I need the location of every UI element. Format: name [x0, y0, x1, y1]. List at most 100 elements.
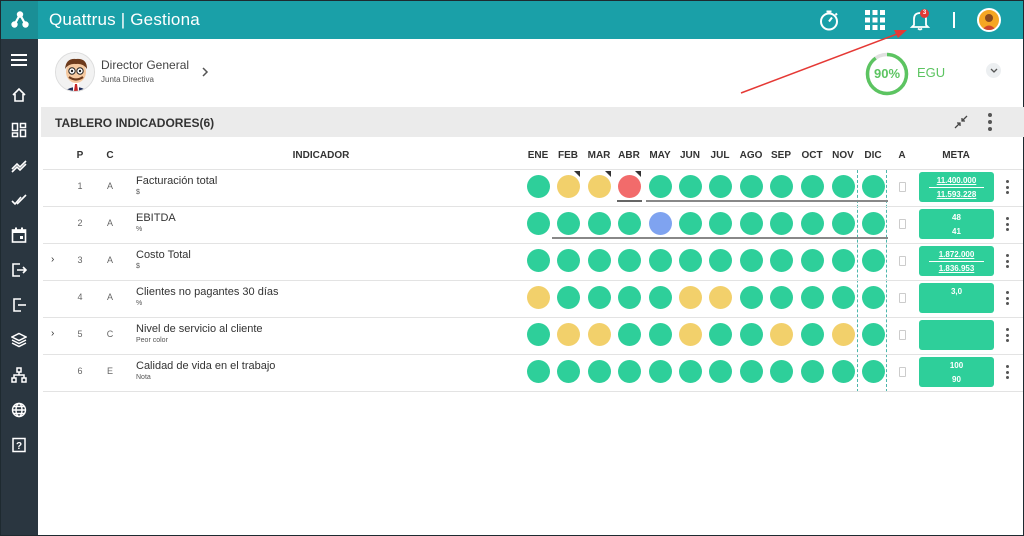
status-dot[interactable] — [649, 249, 672, 272]
status-dot[interactable] — [618, 323, 641, 346]
status-dot[interactable] — [588, 175, 611, 198]
status-dot[interactable] — [770, 286, 793, 309]
status-dot[interactable] — [801, 175, 824, 198]
status-dot[interactable] — [740, 175, 763, 198]
status-dot[interactable] — [740, 360, 763, 383]
indicator-name[interactable]: EBITDA — [136, 212, 176, 224]
status-dot[interactable] — [527, 175, 550, 198]
home-icon[interactable] — [10, 86, 28, 104]
status-dot[interactable] — [709, 249, 732, 272]
indicator-name[interactable]: Calidad de vida en el trabajo — [136, 360, 275, 372]
status-dot[interactable] — [618, 249, 641, 272]
status-dot[interactable] — [801, 323, 824, 346]
chevron-right-icon[interactable] — [201, 65, 209, 83]
status-dot[interactable] — [801, 212, 824, 235]
meta-box[interactable] — [919, 320, 994, 350]
logout-icon[interactable] — [10, 261, 28, 279]
org-chart-icon[interactable] — [10, 366, 28, 384]
apps-grid-icon[interactable] — [863, 8, 887, 32]
row-menu-icon[interactable] — [1006, 291, 1010, 305]
meta-box[interactable]: 11.400.000 11.593.228 — [919, 172, 994, 202]
indicator-name[interactable]: Nivel de servicio al cliente — [136, 323, 263, 335]
collapse-icon[interactable] — [953, 114, 969, 130]
status-dot[interactable] — [709, 323, 732, 346]
status-dot[interactable] — [862, 286, 885, 309]
globe-icon[interactable] — [10, 401, 28, 419]
profile-name[interactable]: Director General — [101, 58, 189, 72]
chevron-down-icon[interactable] — [986, 63, 1001, 78]
status-dot[interactable] — [679, 249, 702, 272]
status-dot[interactable] — [862, 212, 885, 235]
status-dot[interactable] — [862, 323, 885, 346]
status-dot[interactable] — [832, 175, 855, 198]
status-dot[interactable] — [801, 286, 824, 309]
dashboard-icon[interactable] — [10, 121, 28, 139]
status-dot[interactable] — [832, 360, 855, 383]
status-dot[interactable] — [679, 175, 702, 198]
status-dot[interactable] — [770, 360, 793, 383]
status-dot[interactable] — [588, 249, 611, 272]
help-icon[interactable]: ? — [10, 436, 28, 454]
trash-icon[interactable] — [899, 182, 906, 192]
status-dot[interactable] — [862, 360, 885, 383]
meta-box[interactable]: 100 90 — [919, 357, 994, 387]
status-dot[interactable] — [709, 286, 732, 309]
status-dot[interactable] — [527, 323, 550, 346]
trash-icon[interactable] — [899, 219, 906, 229]
row-menu-icon[interactable] — [1006, 217, 1010, 231]
indicator-name[interactable]: Costo Total — [136, 249, 191, 261]
exit-icon[interactable] — [10, 296, 28, 314]
status-dot[interactable] — [770, 249, 793, 272]
status-dot[interactable] — [527, 360, 550, 383]
status-dot[interactable] — [832, 323, 855, 346]
indicator-name[interactable]: Facturación total — [136, 175, 217, 187]
status-dot[interactable] — [557, 360, 580, 383]
status-dot[interactable] — [770, 212, 793, 235]
status-dot[interactable] — [679, 360, 702, 383]
calendar-icon[interactable] — [10, 226, 28, 244]
row-menu-icon[interactable] — [1006, 254, 1010, 268]
user-avatar[interactable] — [977, 8, 1001, 32]
stopwatch-icon[interactable] — [817, 8, 841, 32]
status-dot[interactable] — [557, 323, 580, 346]
meta-box[interactable]: 48 41 — [919, 209, 994, 239]
status-dot[interactable] — [588, 360, 611, 383]
status-dot[interactable] — [740, 323, 763, 346]
status-dot[interactable] — [527, 249, 550, 272]
status-dot[interactable] — [740, 212, 763, 235]
double-check-icon[interactable] — [10, 191, 28, 209]
status-dot[interactable] — [832, 212, 855, 235]
status-dot[interactable] — [618, 212, 641, 235]
status-dot[interactable] — [740, 286, 763, 309]
status-dot[interactable] — [618, 286, 641, 309]
status-dot[interactable] — [679, 323, 702, 346]
expand-row-chevron-icon[interactable]: › — [51, 254, 54, 265]
status-dot[interactable] — [618, 175, 641, 198]
profile-avatar[interactable] — [55, 52, 95, 92]
status-dot[interactable] — [770, 323, 793, 346]
status-dot[interactable] — [832, 249, 855, 272]
status-dot[interactable] — [649, 286, 672, 309]
status-dot[interactable] — [709, 175, 732, 198]
status-dot[interactable] — [588, 286, 611, 309]
status-dot[interactable] — [557, 286, 580, 309]
trash-icon[interactable] — [899, 256, 906, 266]
trash-icon[interactable] — [899, 330, 906, 340]
meta-box[interactable]: 1.872.000 1.836.953 — [919, 246, 994, 276]
status-dot[interactable] — [618, 360, 641, 383]
panel-menu-icon[interactable] — [987, 113, 993, 131]
status-dot[interactable] — [862, 249, 885, 272]
status-dot[interactable] — [740, 249, 763, 272]
status-dot[interactable] — [557, 175, 580, 198]
status-dot[interactable] — [557, 249, 580, 272]
meta-box[interactable]: 3,0 — [919, 283, 994, 313]
status-dot[interactable] — [862, 175, 885, 198]
trend-icon[interactable] — [10, 156, 28, 174]
status-dot[interactable] — [649, 212, 672, 235]
status-dot[interactable] — [801, 360, 824, 383]
status-dot[interactable] — [527, 212, 550, 235]
layers-icon[interactable] — [10, 331, 28, 349]
expand-row-chevron-icon[interactable]: › — [51, 328, 54, 339]
menu-icon[interactable] — [10, 51, 28, 69]
logo[interactable] — [1, 1, 38, 39]
